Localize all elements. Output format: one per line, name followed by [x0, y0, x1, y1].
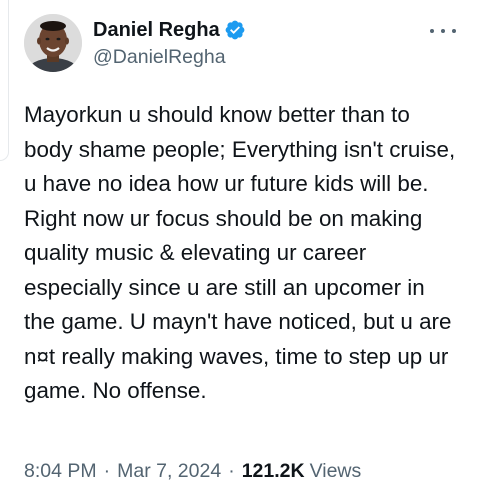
panel-edge-divider: [0, 0, 9, 161]
tweet-text: Mayorkun u should know better than to bo…: [24, 102, 462, 403]
views-label: Views: [309, 460, 362, 482]
meta-separator: ·: [103, 460, 111, 482]
avatar[interactable]: [24, 14, 82, 72]
more-dot: [452, 29, 456, 33]
avatar-image: [24, 14, 82, 72]
more-dot: [430, 29, 434, 33]
name-row: Daniel Regha: [93, 16, 246, 44]
views-count[interactable]: 121.2K: [242, 460, 305, 483]
tweet-date[interactable]: Mar 7, 2024: [117, 460, 221, 483]
meta-separator: ·: [228, 460, 235, 482]
more-dot: [441, 29, 445, 33]
tweet-time[interactable]: 8:04 PM: [24, 460, 97, 483]
tweet-meta: 8:04 PM · Mar 7, 2024 · 121.2K Views: [24, 460, 361, 483]
verified-badge-icon[interactable]: [224, 19, 246, 41]
author-display-name[interactable]: Daniel Regha: [93, 19, 220, 42]
tweet-card: Daniel Regha @DanielRegha Mayorkun u sho…: [24, 14, 460, 409]
more-options-icon[interactable]: [430, 22, 456, 40]
tweet-header: Daniel Regha @DanielRegha: [24, 14, 460, 78]
author-handle[interactable]: @DanielRegha: [93, 46, 246, 69]
author-names: Daniel Regha @DanielRegha: [93, 16, 246, 69]
